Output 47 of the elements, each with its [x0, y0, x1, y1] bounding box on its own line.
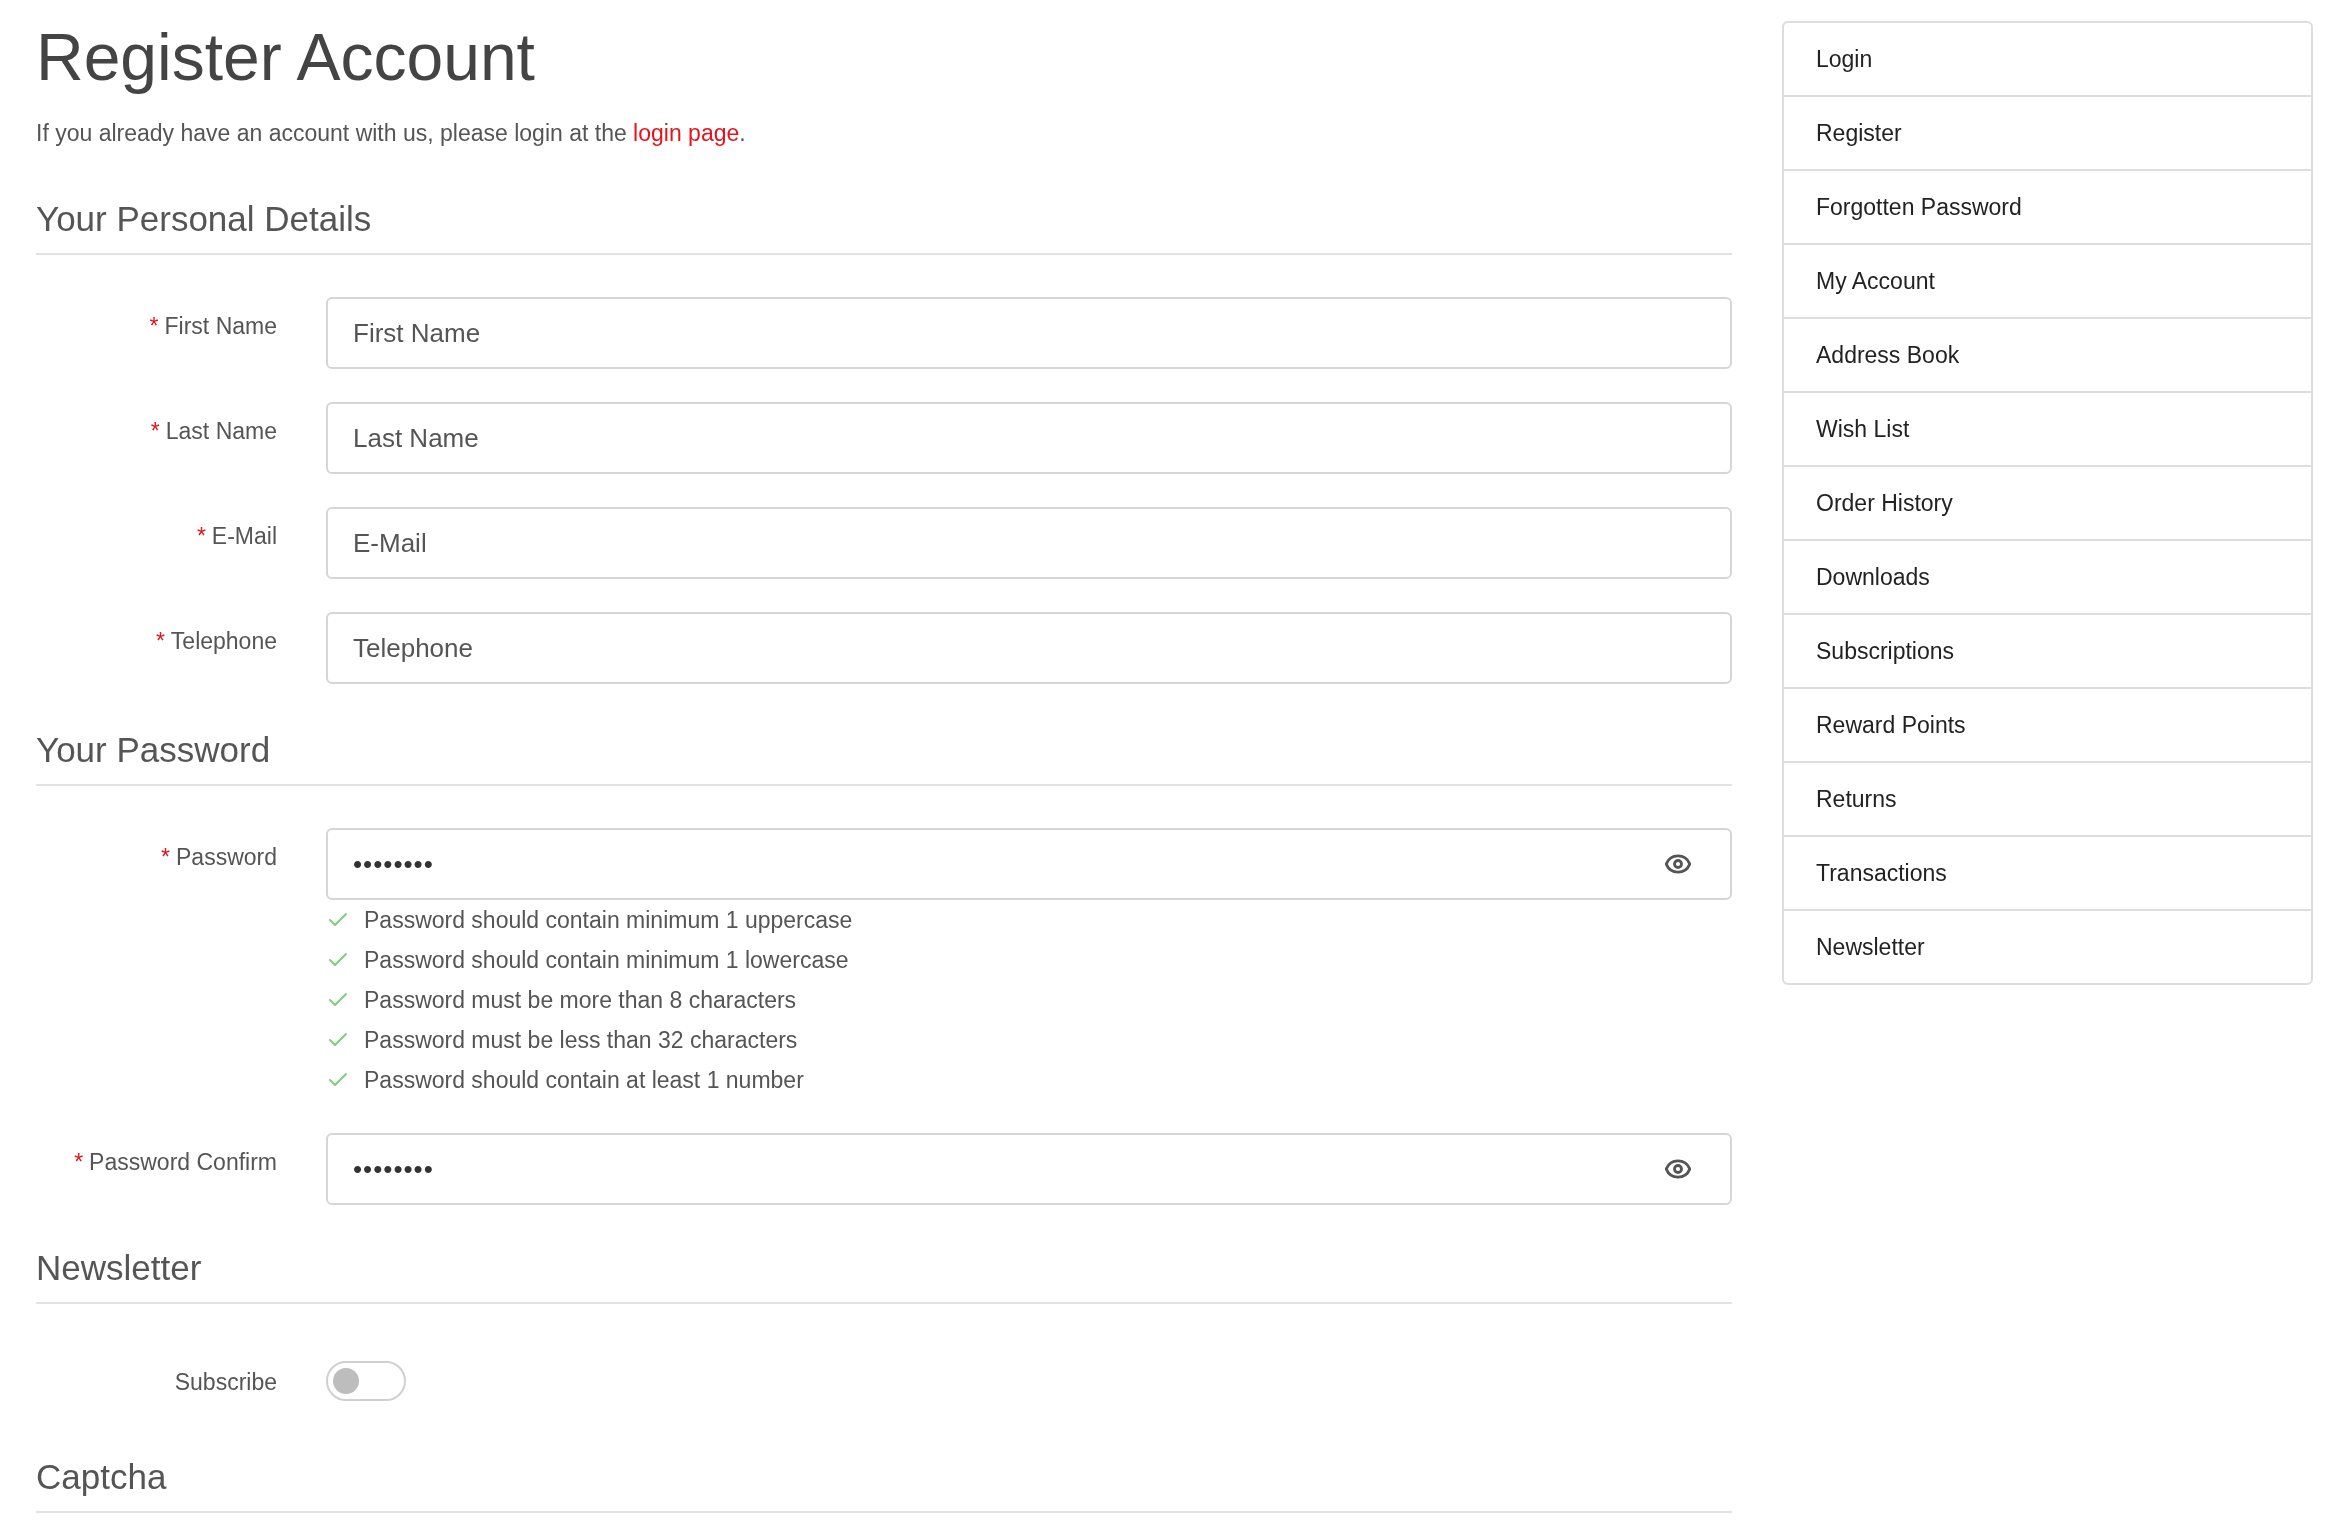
- menu-item[interactable]: Subscriptions: [1784, 613, 2311, 687]
- field-label: Subscribe: [174, 1368, 277, 1397]
- section-heading: Newsletter: [36, 1246, 1732, 1304]
- field-label: Last Name: [165, 417, 277, 446]
- required-mark: *: [196, 522, 206, 551]
- password-rule-text: Password should contain at least 1 number: [364, 1066, 804, 1094]
- login-page-link[interactable]: login page: [633, 120, 740, 146]
- menu-item[interactable]: Downloads: [1784, 539, 2311, 613]
- password-rule-text: Password should contain minimum 1 uppercase: [364, 906, 853, 934]
- section-heading: Captcha: [36, 1455, 1732, 1513]
- menu-item[interactable]: Forgotten Password: [1784, 169, 2311, 243]
- text-input-field[interactable]: E-Mail: [326, 507, 1732, 579]
- menu-item[interactable]: My Account: [1784, 243, 2311, 317]
- password-rule-text: Password must be more than 8 characters: [364, 986, 797, 1014]
- page-title: Register Account: [36, 20, 536, 95]
- field-label: Password: [176, 843, 277, 872]
- field-label: First Name: [164, 312, 277, 341]
- menu-item[interactable]: Returns: [1784, 761, 2311, 835]
- field-label: E-Mail: [211, 522, 277, 551]
- section-heading: Your Personal Details: [36, 197, 1732, 255]
- subscribe-toggle[interactable]: [326, 1361, 406, 1401]
- field-label: Password Confirm: [89, 1148, 277, 1177]
- menu-item[interactable]: Transactions: [1784, 835, 2311, 909]
- masked-password-text: ••••••••: [353, 848, 435, 880]
- text-input-field[interactable]: Last Name: [326, 402, 1732, 474]
- section-heading: Your Password: [36, 728, 1732, 786]
- password-rule-text: Password must be less than 32 characters: [364, 1026, 798, 1054]
- menu-item[interactable]: Wish List: [1784, 391, 2311, 465]
- required-mark: *: [150, 417, 160, 446]
- password-rule-text: Password should contain minimum 1 lowercase: [364, 946, 849, 974]
- password-field[interactable]: ••••••••: [326, 828, 1732, 900]
- menu-item[interactable]: Reward Points: [1784, 687, 2311, 761]
- menu-item[interactable]: Address Book: [1784, 317, 2311, 391]
- password-field[interactable]: ••••••••: [326, 1133, 1732, 1205]
- required-mark: *: [161, 843, 170, 872]
- intro-text: If you already have an account with us, please login at the login page.: [36, 119, 747, 148]
- required-mark: *: [149, 312, 159, 341]
- text-input-field[interactable]: First Name: [326, 297, 1732, 369]
- text-input-field[interactable]: Telephone: [326, 612, 1732, 684]
- menu-item[interactable]: Newsletter: [1784, 909, 2311, 983]
- menu-item[interactable]: Login: [1784, 23, 2311, 95]
- menu-item[interactable]: Order History: [1784, 465, 2311, 539]
- required-mark: *: [74, 1148, 84, 1177]
- menu-item[interactable]: Register: [1784, 95, 2311, 169]
- required-mark: *: [155, 627, 165, 656]
- field-label: Telephone: [170, 627, 277, 656]
- masked-password-text: ••••••••: [353, 1153, 435, 1185]
